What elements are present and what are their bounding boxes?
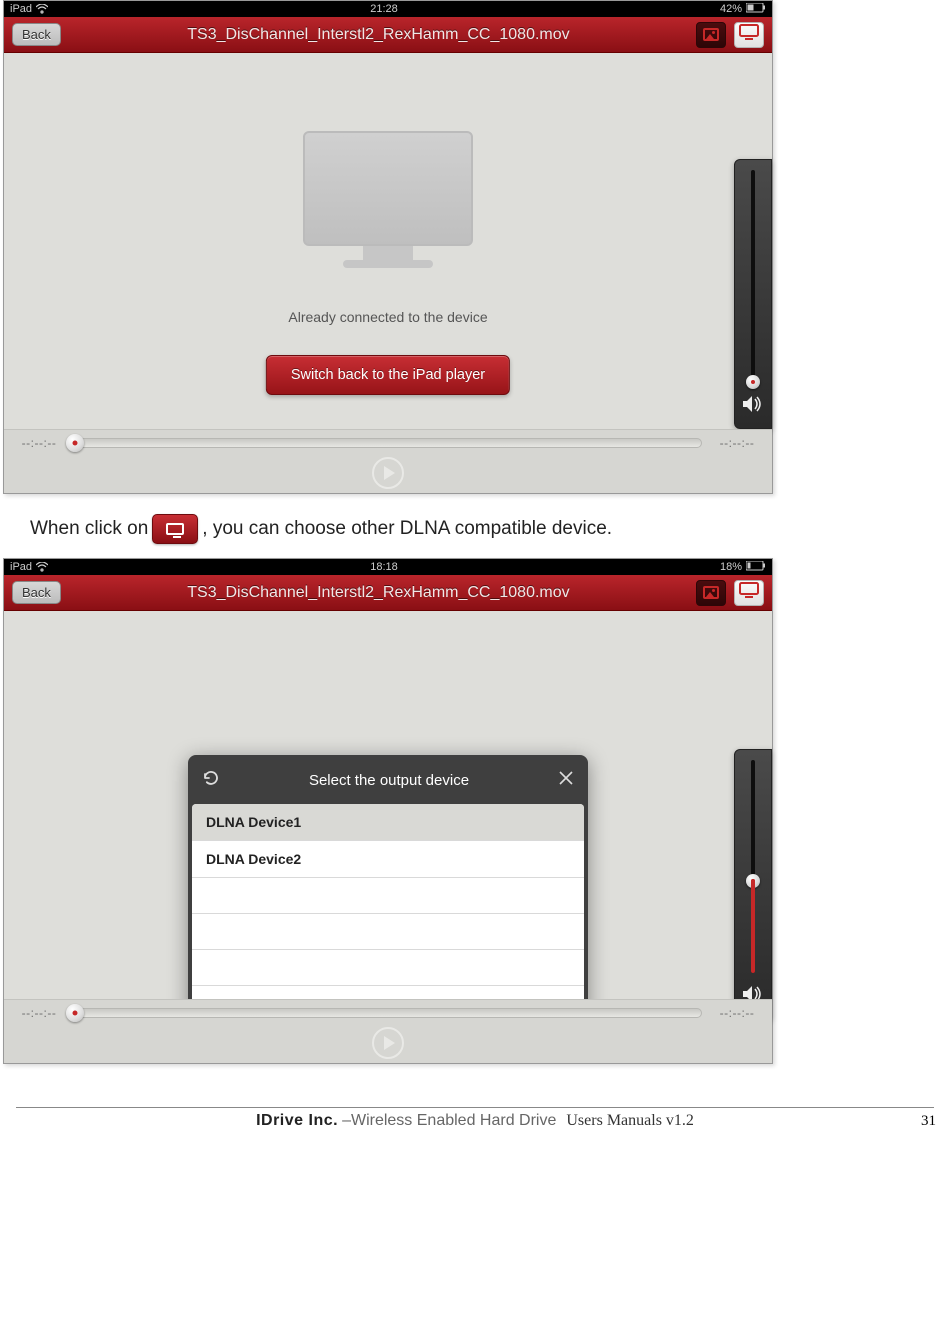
picture-icon — [703, 28, 719, 41]
monitor-illustration — [303, 131, 473, 268]
seek-knob[interactable] — [66, 1004, 84, 1022]
player-body: Already connected to the device Switch b… — [4, 53, 772, 493]
seek-knob[interactable] — [66, 434, 84, 452]
tv-icon — [166, 523, 184, 535]
battery-pct: 18% — [720, 561, 742, 573]
time-remaining: --:--:-- — [714, 1006, 760, 1020]
play-icon — [384, 466, 395, 480]
refresh-icon[interactable] — [202, 769, 220, 792]
playback-bar: --:--:-- --:--:-- — [4, 429, 772, 493]
time-elapsed: --:--:-- — [16, 436, 62, 450]
clock: 21:28 — [370, 3, 398, 15]
play-icon — [384, 1036, 395, 1050]
play-button[interactable] — [372, 457, 404, 489]
seek-slider[interactable] — [74, 1008, 702, 1018]
playback-bar: --:--:-- --:--:-- — [4, 999, 772, 1063]
footer-subtitle: –Wireless Enabled Hard Drive — [342, 1112, 556, 1130]
footer-manual: Users Manuals v1.2 — [566, 1112, 694, 1130]
time-remaining: --:--:-- — [714, 436, 760, 450]
tv-icon — [739, 582, 759, 603]
instruction-pre: When click on — [30, 518, 148, 540]
back-button[interactable]: Back — [12, 581, 61, 604]
picture-icon — [703, 586, 719, 599]
popup-title: Select the output device — [309, 772, 469, 789]
footer-company: IDrive Inc. — [256, 1112, 338, 1130]
output-device-popup: Select the output device DLNA Device1 DL… — [188, 755, 588, 1026]
device-list: DLNA Device1 DLNA Device2 — [192, 804, 584, 1022]
instruction-text: When click on , you can choose other DLN… — [30, 514, 950, 544]
picture-mode-button[interactable] — [696, 22, 726, 48]
device-label: iPad — [10, 561, 32, 573]
battery-icon — [746, 3, 766, 16]
volume-panel — [734, 159, 772, 429]
dlna-output-button[interactable] — [734, 580, 764, 606]
player-body: Select the output device DLNA Device1 DL… — [4, 611, 772, 1063]
wifi-icon — [36, 562, 48, 572]
volume-panel — [734, 749, 772, 1019]
file-title: TS3_DisChannel_Interstl2_RexHamm_CC_1080… — [69, 584, 688, 602]
dlna-output-button[interactable] — [734, 22, 764, 48]
seek-slider[interactable] — [74, 438, 702, 448]
close-icon[interactable] — [558, 769, 574, 792]
device-row[interactable]: DLNA Device2 — [192, 841, 584, 878]
device-label: iPad — [10, 3, 32, 15]
device-row-empty — [192, 878, 584, 914]
connection-status: Already connected to the device — [4, 309, 772, 325]
title-bar: Back TS3_DisChannel_Interstl2_RexHamm_CC… — [4, 575, 772, 611]
device-row[interactable]: DLNA Device1 — [192, 804, 584, 841]
battery-icon — [746, 561, 766, 574]
page-footer: IDrive Inc. –Wireless Enabled Hard Drive… — [16, 1107, 934, 1130]
volume-knob[interactable] — [746, 874, 760, 888]
volume-knob[interactable] — [746, 375, 760, 389]
status-bar: iPad 21:28 42% — [4, 1, 772, 17]
volume-icon[interactable] — [742, 395, 764, 418]
instruction-post: , you can choose other DLNA compatible d… — [202, 518, 612, 540]
switch-player-button[interactable]: Switch back to the iPad player — [266, 355, 510, 395]
wifi-icon — [36, 4, 48, 14]
volume-slider[interactable] — [751, 760, 755, 973]
screenshot-select-device: iPad 18:18 18% Back TS3_DisChannel_Inter… — [3, 558, 773, 1064]
play-button[interactable] — [372, 1027, 404, 1059]
battery-pct: 42% — [720, 3, 742, 15]
page-number: 31 — [921, 1113, 936, 1130]
screenshot-connected: iPad 21:28 42% Back TS3_DisChannel_Inter… — [3, 0, 773, 494]
back-button[interactable]: Back — [12, 23, 61, 46]
device-row-empty — [192, 914, 584, 950]
title-bar: Back TS3_DisChannel_Interstl2_RexHamm_CC… — [4, 17, 772, 53]
dlna-button-inline — [152, 514, 198, 544]
time-elapsed: --:--:-- — [16, 1006, 62, 1020]
tv-icon — [739, 24, 759, 45]
status-bar: iPad 18:18 18% — [4, 559, 772, 575]
device-row-empty — [192, 950, 584, 986]
picture-mode-button[interactable] — [696, 580, 726, 606]
volume-slider[interactable] — [751, 170, 755, 383]
file-title: TS3_DisChannel_Interstl2_RexHamm_CC_1080… — [69, 26, 688, 44]
clock: 18:18 — [370, 561, 398, 573]
